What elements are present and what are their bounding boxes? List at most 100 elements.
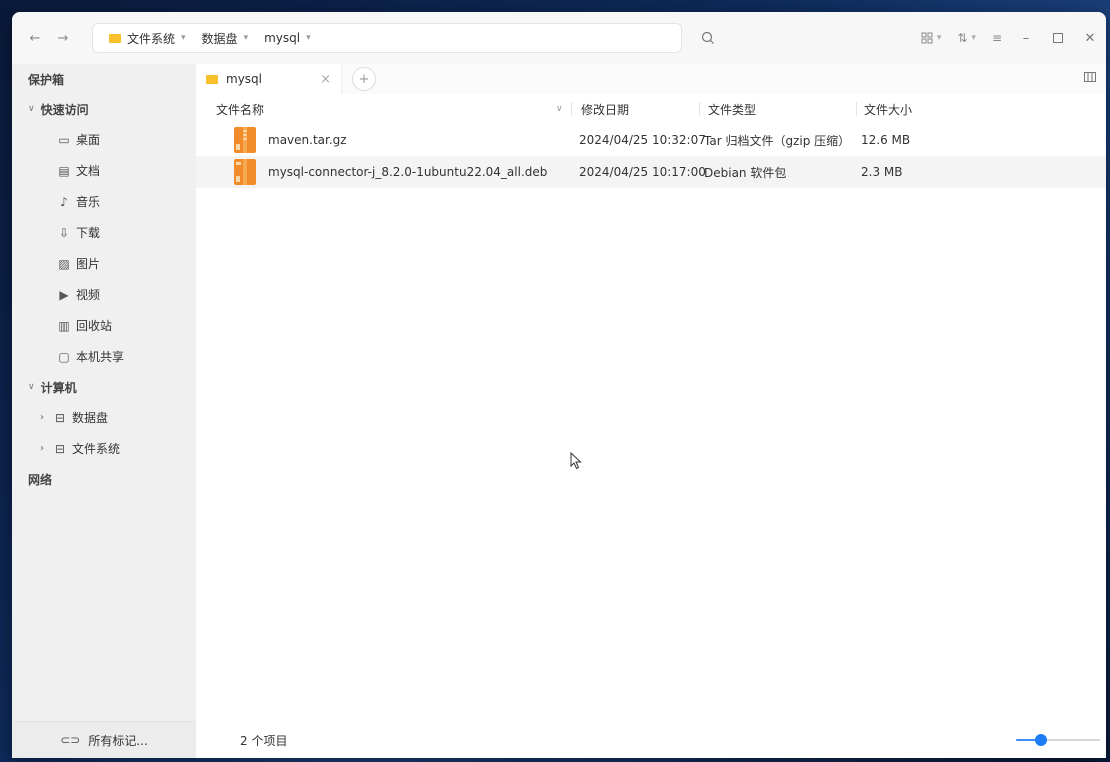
sidebar-item-videos[interactable]: ▶ 视频 <box>12 279 196 310</box>
chevron-right-icon[interactable]: › <box>40 443 44 454</box>
sidebar-item-label: 音乐 <box>76 195 101 209</box>
sidebar-item-label: 数据盘 <box>72 411 109 425</box>
search-icon <box>701 31 714 44</box>
sidebar-item-data-disk[interactable]: › ⊟ 数据盘 <box>12 402 196 433</box>
chevron-down-icon: ▾ <box>306 33 311 43</box>
back-button[interactable]: ← <box>24 27 46 49</box>
breadcrumb-label: 数据盘 <box>201 31 238 46</box>
tab-bar: mysql × + <box>196 64 1106 94</box>
maximize-icon <box>1053 33 1063 43</box>
sidebar-section-label: 计算机 <box>40 380 77 395</box>
sidebar-item-label: 保护箱 <box>28 72 65 87</box>
breadcrumb-label: mysql <box>264 31 301 45</box>
sidebar-item-downloads[interactable]: ⇩ 下载 <box>12 217 196 248</box>
grid-view-icon <box>921 32 933 44</box>
sidebar-item-pictures[interactable]: ▨ 图片 <box>12 248 196 279</box>
chevron-down-icon: ∨ <box>28 382 35 392</box>
plus-icon: + <box>358 71 370 87</box>
column-divider[interactable] <box>856 102 857 116</box>
breadcrumb-label: 文件系统 <box>127 31 176 46</box>
sidebar-item-label: 回收站 <box>76 319 113 333</box>
address-bar[interactable]: 文件系统 ▾ 数据盘 ▾ mysql ▾ <box>92 23 682 53</box>
sidebar-item-network[interactable]: 网络 <box>12 464 196 494</box>
breadcrumb-mysql[interactable]: mysql ▾ <box>256 24 319 52</box>
sidebar-item-label: 图片 <box>76 257 101 271</box>
new-tab-button[interactable]: + <box>352 67 376 91</box>
picture-icon: ▨ <box>58 256 70 271</box>
music-icon: ♪ <box>60 194 68 209</box>
sidebar: 保护箱 ∨ 快速访问 ▭ 桌面 ▤ 文档 ♪ 音乐 ⇩ 下载 ▨ 图片 ▶ 视频 <box>12 64 196 758</box>
search-button[interactable] <box>694 24 722 52</box>
sidebar-item-desktop[interactable]: ▭ 桌面 <box>12 124 196 155</box>
trash-icon: ▥ <box>58 318 70 333</box>
chevron-down-icon: ▾ <box>181 33 186 43</box>
file-type: Debian 软件包 <box>704 165 787 180</box>
chevron-down-icon: ▾ <box>936 33 942 43</box>
column-header-name[interactable]: 文件名称 <box>216 94 264 124</box>
tab-mysql[interactable]: mysql × <box>196 64 342 94</box>
title-bar: ← → 文件系统 ▾ 数据盘 ▾ mysql ▾ ▾ ⇅ ▾ ≡ – ✕ <box>12 12 1106 64</box>
minimize-icon: – <box>1022 30 1030 46</box>
document-icon: ▤ <box>58 163 70 178</box>
breadcrumb-filesystem[interactable]: 文件系统 ▾ <box>101 24 194 52</box>
tab-label: mysql <box>226 72 262 86</box>
file-size: 12.6 MB <box>861 133 911 147</box>
zoom-slider[interactable] <box>1016 734 1100 746</box>
minimize-button[interactable]: – <box>1010 24 1042 52</box>
sidebar-item-label: 视频 <box>76 288 101 302</box>
sidebar-item-label: 桌面 <box>76 133 101 147</box>
quick-access-header[interactable]: ∨ 快速访问 <box>12 94 196 124</box>
chevron-right-icon[interactable]: › <box>40 412 44 423</box>
file-date: 2024/04/25 10:17:00 <box>579 165 706 179</box>
folder-icon <box>206 74 218 84</box>
file-row[interactable]: mysql-connector-j_8.2.0-1ubuntu22.04_all… <box>196 156 1106 188</box>
close-icon: ✕ <box>1084 30 1096 46</box>
all-tags-button[interactable]: ⊂⊃ 所有标记... <box>12 721 196 758</box>
sidebar-item-music[interactable]: ♪ 音乐 <box>12 186 196 217</box>
file-manager-window: ← → 文件系统 ▾ 数据盘 ▾ mysql ▾ ▾ ⇅ ▾ ≡ – ✕ 保护箱… <box>12 12 1106 758</box>
column-header-date[interactable]: 修改日期 <box>581 94 629 124</box>
sidebar-item-label: 下载 <box>76 226 101 240</box>
tab-close-icon[interactable]: × <box>320 72 331 87</box>
file-date: 2024/04/25 10:32:07 <box>579 133 706 147</box>
sort-button[interactable]: ⇅ ▾ <box>949 24 984 52</box>
file-name: maven.tar.gz <box>268 133 347 147</box>
item-count: 2 个项目 <box>240 733 288 748</box>
arrow-right-icon: → <box>57 30 69 46</box>
chevron-down-icon: ∨ <box>28 104 35 114</box>
sidebar-item-vault[interactable]: 保护箱 <box>12 64 196 94</box>
view-mode-button[interactable]: ▾ <box>913 24 950 52</box>
column-label: 修改日期 <box>581 102 630 117</box>
main-pane: mysql × + 文件名称 ∨ 修改日期 文件类型 文件大小 maven.ta… <box>196 64 1106 758</box>
forward-button[interactable]: → <box>52 27 74 49</box>
sidebar-item-documents[interactable]: ▤ 文档 <box>12 155 196 186</box>
breadcrumb-data-disk[interactable]: 数据盘 ▾ <box>194 24 257 52</box>
sidebar-section-label: 快速访问 <box>40 102 89 117</box>
column-label: 文件大小 <box>864 102 913 117</box>
sort-indicator-icon[interactable]: ∨ <box>556 94 563 124</box>
column-label: 文件名称 <box>216 102 265 117</box>
column-divider[interactable] <box>699 102 700 116</box>
file-row[interactable]: maven.tar.gz 2024/04/25 10:32:07 Tar 归档文… <box>196 124 1106 156</box>
chevron-down-icon: ▾ <box>971 33 976 43</box>
arrow-left-icon: ← <box>29 30 41 46</box>
file-size: 2.3 MB <box>861 165 903 179</box>
sidebar-item-trash[interactable]: ▥ 回收站 <box>12 310 196 341</box>
all-tags-label: 所有标记... <box>88 733 148 748</box>
zoom-slider-handle[interactable] <box>1035 734 1047 746</box>
sidebar-item-filesystem[interactable]: › ⊟ 文件系统 <box>12 433 196 464</box>
desktop-icon: ▭ <box>58 132 70 147</box>
menu-button[interactable]: ≡ <box>984 24 1010 52</box>
column-header-size[interactable]: 文件大小 <box>864 94 912 124</box>
sidebar-item-share[interactable]: ▢ 本机共享 <box>12 341 196 372</box>
column-header-type[interactable]: 文件类型 <box>708 94 756 124</box>
maximize-button[interactable] <box>1042 24 1074 52</box>
sort-icon: ⇅ <box>957 31 968 45</box>
detail-panel-toggle[interactable] <box>1084 71 1096 86</box>
file-type: Tar 归档文件（gzip 压缩） <box>704 133 851 148</box>
computer-header[interactable]: ∨ 计算机 <box>12 372 196 402</box>
close-button[interactable]: ✕ <box>1074 24 1106 52</box>
status-bar: 2 个项目 <box>196 722 1106 758</box>
drive-icon: ⊟ <box>54 410 66 425</box>
column-divider[interactable] <box>571 102 572 116</box>
